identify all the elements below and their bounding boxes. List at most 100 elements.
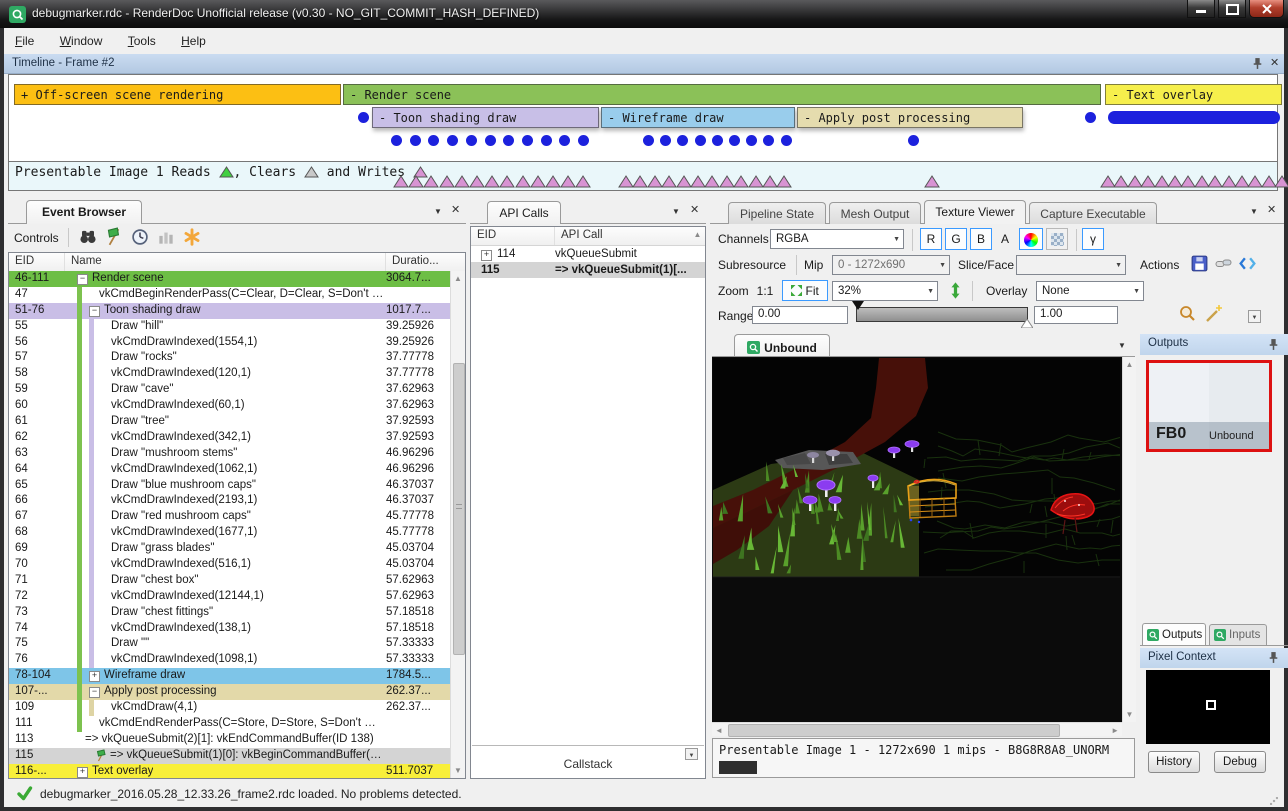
event-row[interactable]: 69Draw "grass blades"45.03704 <box>9 541 450 557</box>
timeline-event-dot[interactable] <box>695 135 706 146</box>
event-row[interactable]: 78-104+Wireframe draw1784.5... <box>9 668 450 684</box>
timeline-event-dot[interactable] <box>643 135 654 146</box>
range-white-handle[interactable] <box>1021 319 1033 328</box>
scroll-right-icon[interactable]: ► <box>1111 726 1119 735</box>
timeline-event-dot[interactable] <box>466 135 477 146</box>
event-row[interactable]: 60vkCmdDrawIndexed(60,1)37.62963 <box>9 398 450 414</box>
usage-write-triangle[interactable] <box>408 175 424 188</box>
event-row[interactable]: 56vkCmdDrawIndexed(1554,1)39.25926 <box>9 335 450 351</box>
chevron-down-icon[interactable]: ▼ <box>672 207 680 216</box>
timeline-event-dot[interactable] <box>410 135 421 146</box>
api-call-row[interactable]: 115=> vkQueueSubmit(1)[... <box>471 262 705 278</box>
collapse-icon[interactable]: − <box>89 687 100 698</box>
color-wheel-button[interactable] <box>1019 228 1043 250</box>
tab-mesh-output[interactable]: Mesh Output <box>829 202 921 224</box>
zoom-select[interactable]: 32%▼ <box>832 281 938 301</box>
pin-icon[interactable] <box>1268 651 1279 664</box>
tab-capture-executable[interactable]: Capture Executable <box>1029 202 1157 224</box>
timeline-event-dot[interactable] <box>1085 112 1096 123</box>
channel-red-button[interactable]: R <box>920 228 942 250</box>
chevron-down-icon[interactable]: ▼ <box>434 207 442 216</box>
event-row[interactable]: 65Draw "blue mushroom caps"46.37037 <box>9 478 450 494</box>
timeline-marker-toon-shading-draw[interactable]: - Toon shading draw <box>372 107 599 128</box>
save-icon[interactable] <box>1190 254 1209 273</box>
event-row[interactable]: 66vkCmdDrawIndexed(2193,1)46.37037 <box>9 493 450 509</box>
event-row[interactable]: 75Draw ""57.33333 <box>9 636 450 652</box>
eb-scrollbar-thumb[interactable] <box>453 363 465 655</box>
time-clock-icon[interactable] <box>130 227 150 247</box>
column-name[interactable]: Name <box>65 253 386 271</box>
tab-api-calls[interactable]: API Calls <box>487 201 561 224</box>
column-duration[interactable]: Duratio... <box>386 253 450 271</box>
channel-blue-button[interactable]: B <box>970 228 992 250</box>
usage-write-triangle[interactable] <box>776 175 792 188</box>
column-eid[interactable]: EID <box>471 227 555 245</box>
scroll-down-icon[interactable]: ▼ <box>451 766 465 775</box>
tab-texture-viewer[interactable]: Texture Viewer <box>924 200 1026 224</box>
event-row[interactable]: 68vkCmdDrawIndexed(1677,1)45.77778 <box>9 525 450 541</box>
event-row[interactable]: 51-76−Toon shading draw1017.7... <box>9 303 450 319</box>
column-api-call[interactable]: API Call <box>555 227 690 245</box>
event-row[interactable]: 73Draw "chest fittings"57.18518 <box>9 605 450 621</box>
timeline-event-dot[interactable] <box>503 135 514 146</box>
fb0-thumbnail[interactable]: FB0 Unbound <box>1146 360 1272 452</box>
collapse-icon[interactable]: − <box>89 306 100 317</box>
menu-window[interactable]: Window <box>49 30 114 48</box>
zoom-1to1-button[interactable]: 1:1 <box>752 281 778 301</box>
usage-write-triangle[interactable] <box>439 175 455 188</box>
texture-hscrollbar[interactable]: ◄ ► <box>712 722 1122 736</box>
scroll-up-icon[interactable]: ▲ <box>451 274 465 283</box>
flip-vertical-button[interactable] <box>946 281 964 301</box>
timeline-event-dot[interactable] <box>522 135 533 146</box>
scroll-up-icon[interactable]: ▲ <box>690 227 705 245</box>
gamma-button[interactable]: γ <box>1082 228 1104 250</box>
event-row[interactable]: 64vkCmdDrawIndexed(1062,1)46.96296 <box>9 462 450 478</box>
channel-green-button[interactable]: G <box>945 228 967 250</box>
usage-write-triangle[interactable] <box>469 175 485 188</box>
usage-write-triangle[interactable] <box>924 175 940 188</box>
event-row[interactable]: 47vkCmdBeginRenderPass(C=Clear, D=Clear,… <box>9 287 450 303</box>
event-row[interactable]: 71Draw "chest box"57.62963 <box>9 573 450 589</box>
event-row[interactable]: 74vkCmdDrawIndexed(138,1)57.18518 <box>9 621 450 637</box>
event-row[interactable]: 61Draw "tree"37.92593 <box>9 414 450 430</box>
event-row[interactable]: 72vkCmdDrawIndexed(12144,1)57.62963 <box>9 589 450 605</box>
usage-write-triangle[interactable] <box>423 175 439 188</box>
timeline-event-dot[interactable] <box>358 112 369 123</box>
menu-file[interactable]: File <box>4 30 45 48</box>
collapse-icon[interactable]: − <box>77 274 88 285</box>
usage-write-triangle[interactable] <box>545 175 561 188</box>
mip-select[interactable]: 0 - 1272x690▼ <box>832 255 950 275</box>
expand-icon[interactable]: + <box>77 767 88 778</box>
slice-face-select[interactable]: ▼ <box>1016 255 1126 275</box>
channels-select[interactable]: RGBA▼ <box>770 229 904 249</box>
usage-write-triangle[interactable] <box>530 175 546 188</box>
timeline-event-dot[interactable] <box>578 135 589 146</box>
close-icon[interactable]: ✕ <box>1267 205 1276 216</box>
api-call-row[interactable]: +114vkQueueSubmit <box>471 246 705 262</box>
bookmark-asterisk-icon[interactable] <box>182 227 202 247</box>
usage-write-triangle[interactable] <box>499 175 515 188</box>
event-row[interactable]: 58vkCmdDrawIndexed(120,1)37.77778 <box>9 366 450 382</box>
find-icon[interactable] <box>78 227 98 247</box>
timeline-event-dot[interactable] <box>447 135 458 146</box>
timeline-marker-off-screen-scene-rendering[interactable]: + Off-screen scene rendering <box>14 84 341 105</box>
close-icon[interactable]: ✕ <box>451 205 460 216</box>
code-icon[interactable] <box>1238 254 1257 273</box>
event-row[interactable]: 76vkCmdDrawIndexed(1098,1)57.33333 <box>9 652 450 668</box>
event-row[interactable]: 107-...−Apply post processing262.37... <box>9 684 450 700</box>
texture-vscrollbar[interactable]: ▲ ▼ <box>1122 357 1136 722</box>
range-max-input[interactable]: 1.00 <box>1034 306 1118 324</box>
usage-write-triangle[interactable] <box>575 175 591 188</box>
timeline-marker-wireframe-draw[interactable]: - Wireframe draw <box>601 107 795 128</box>
event-row[interactable]: 116-...+Text overlay511.7037 <box>9 764 450 778</box>
usage-write-triangle[interactable] <box>515 175 531 188</box>
timeline-event-dot[interactable] <box>391 135 402 146</box>
hscroll-thumb[interactable] <box>728 724 1060 737</box>
usage-write-triangle[interactable] <box>454 175 470 188</box>
event-row[interactable]: 67Draw "red mushroom caps"45.77778 <box>9 509 450 525</box>
resize-grip[interactable] <box>1270 797 1278 805</box>
maximize-button[interactable] <box>1218 0 1246 18</box>
chevron-down-icon[interactable]: ▼ <box>1118 341 1126 350</box>
timeline-event-dot[interactable] <box>559 135 570 146</box>
event-row[interactable]: 62vkCmdDrawIndexed(342,1)37.92593 <box>9 430 450 446</box>
